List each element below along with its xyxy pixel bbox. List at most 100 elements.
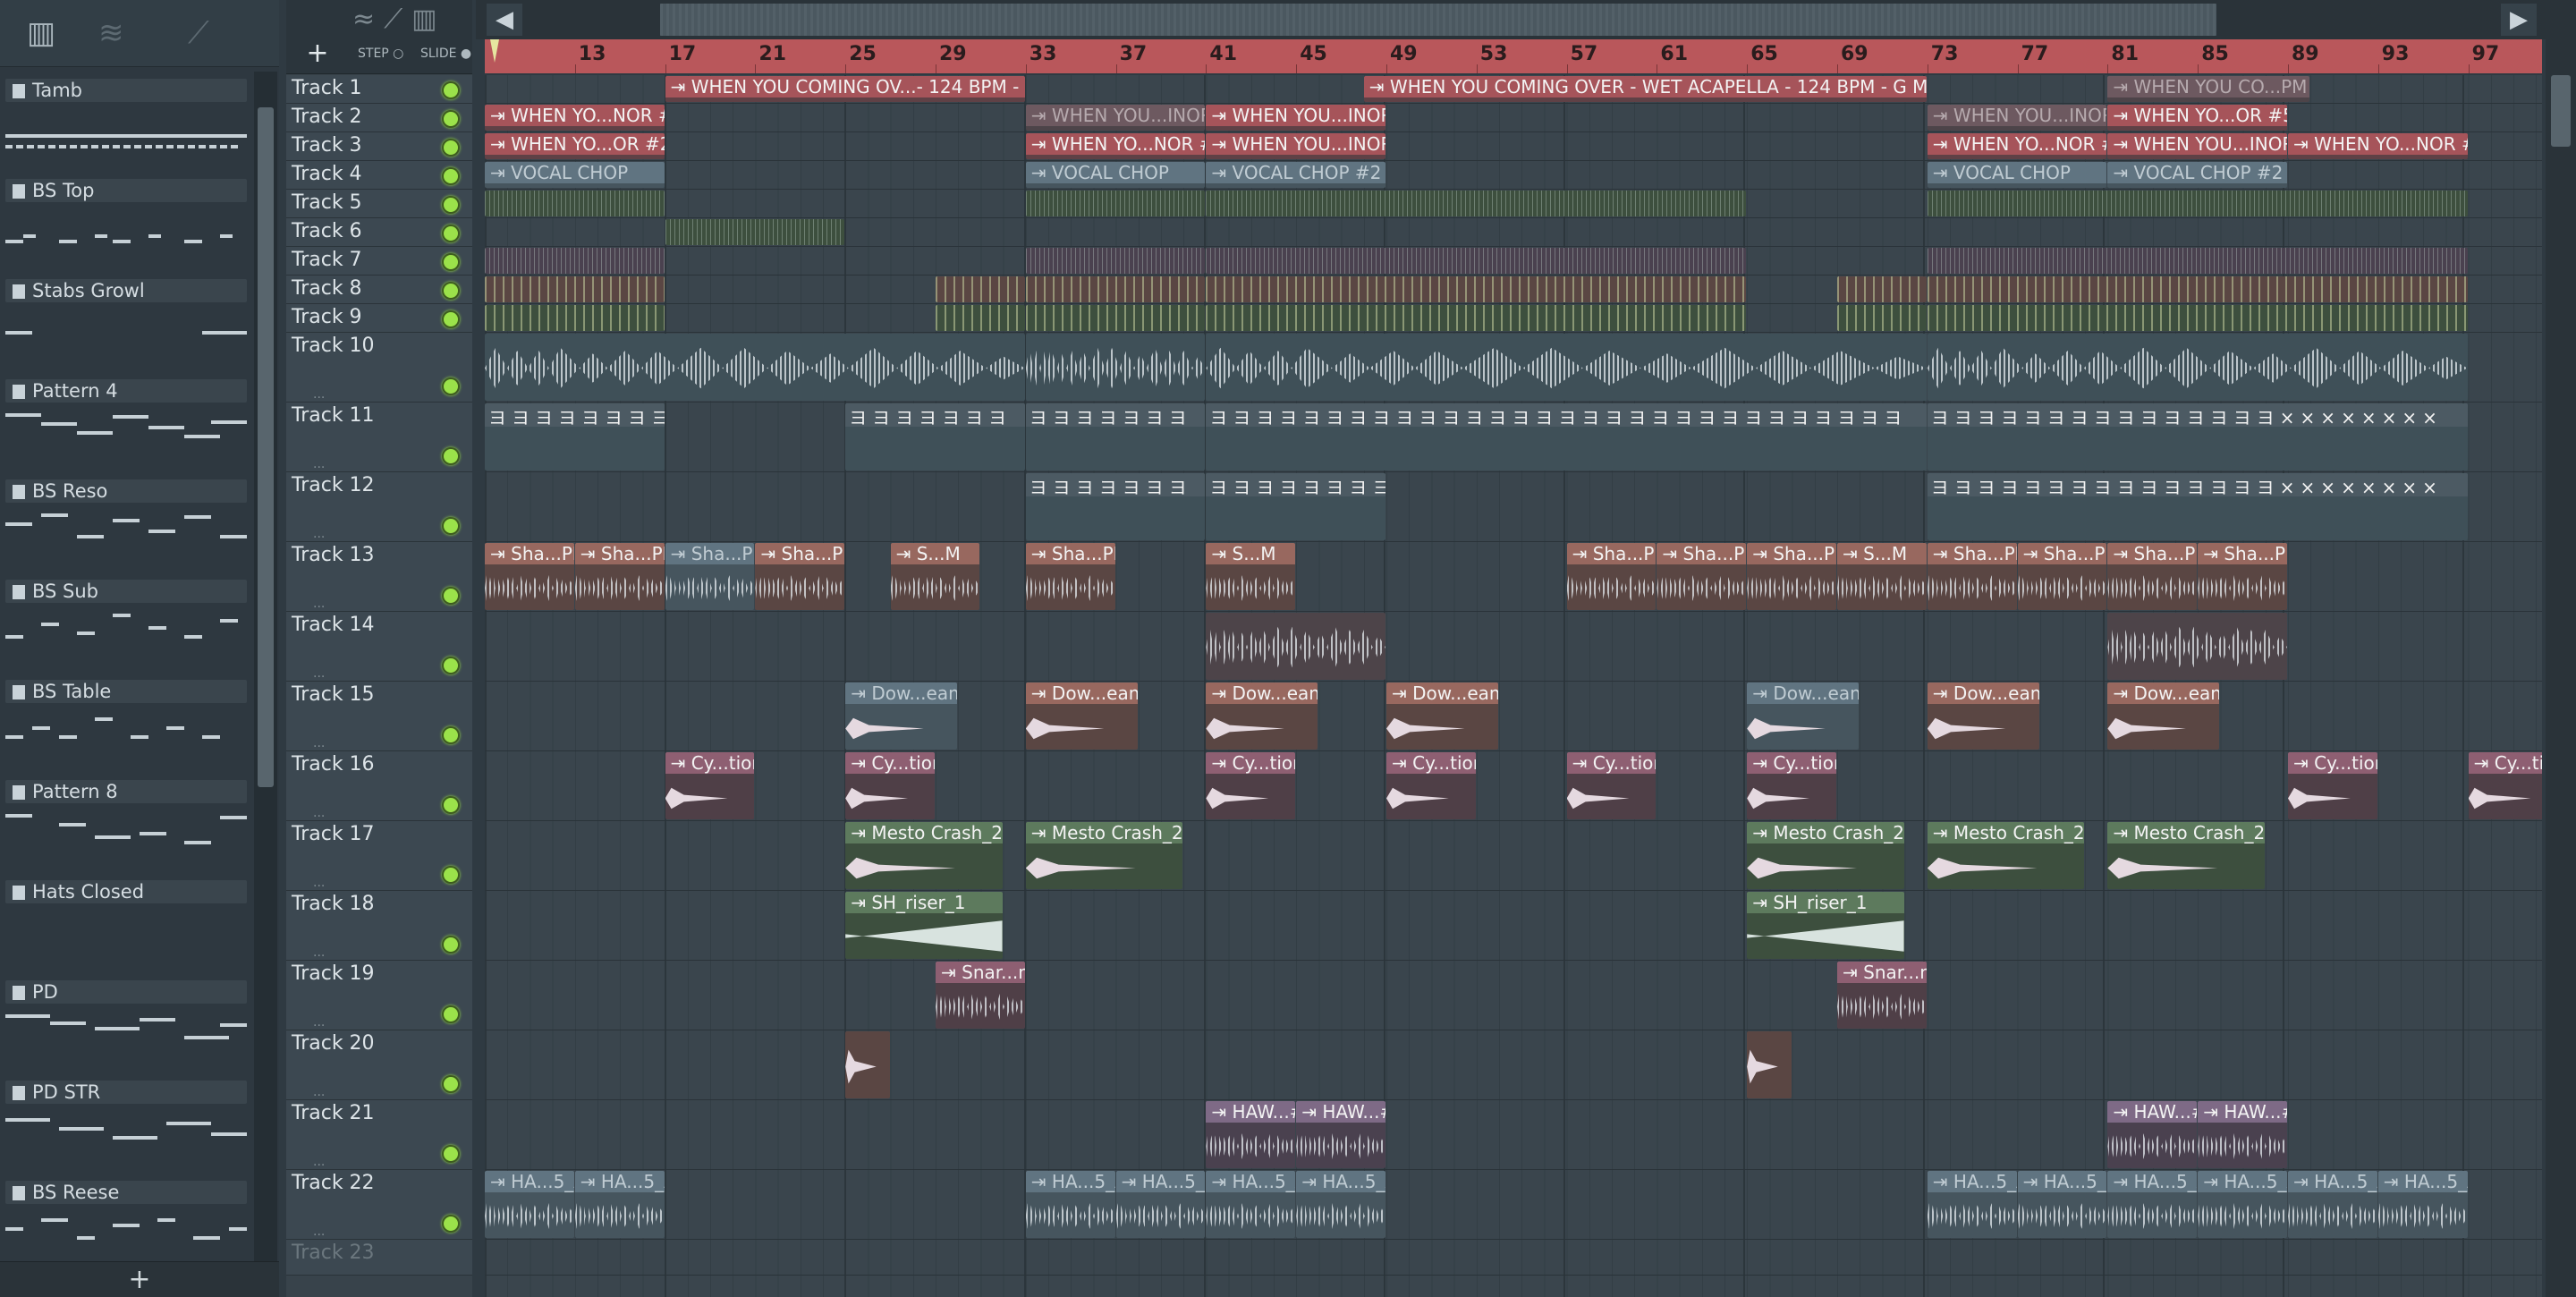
track-mute-led[interactable]	[442, 866, 460, 884]
timeline-ruler[interactable]: 13 17 21 25 29 33 37 41 45 49 53 57 61 65 69 73 77 81 85 89…	[485, 39, 2542, 73]
playlist-clip[interactable]: ⇥ Sha...PM	[2198, 543, 2287, 610]
track-header[interactable]: Track 9	[286, 304, 472, 333]
playlist-clip[interactable]	[1025, 276, 1206, 302]
waveform-tool-icon[interactable]: ≈	[352, 4, 384, 35]
track-mute-led[interactable]	[442, 282, 460, 300]
automation-icon[interactable]: ⟋	[188, 18, 209, 48]
playlist-clip[interactable]: ⇥ Sha...PM	[1927, 543, 2017, 610]
playlist-lane[interactable]	[485, 1030, 2542, 1100]
track-header[interactable]: Track 3	[286, 132, 472, 161]
playlist-clip[interactable]: ⇥ WHEN YOU COMING OV...- 124 BPM - G MIN…	[665, 76, 1025, 102]
pattern-header[interactable]: BS Reso	[5, 479, 247, 503]
track-options-dots[interactable]: ...	[313, 736, 325, 750]
playlist-clip[interactable]: ⇥ Sha...PM	[755, 543, 845, 610]
playlist-clip[interactable]: ⇥ HAW...#2	[2198, 1101, 2287, 1168]
playlist-clip[interactable]: ヨヨヨヨヨヨヨ	[1025, 473, 1206, 540]
track-name[interactable]: Track 17	[292, 823, 375, 845]
track-name[interactable]: Track 2	[292, 106, 362, 128]
track-options-dots[interactable]: ...	[313, 1015, 325, 1030]
track-options-dots[interactable]: ...	[313, 666, 325, 681]
playlist-clip[interactable]: ⇥ Dow...eam	[2107, 682, 2220, 750]
audio-clip-icon[interactable]: ≋	[98, 18, 124, 48]
track-header[interactable]: Track 14...	[286, 612, 472, 682]
pattern-header[interactable]: PD STR	[5, 1081, 247, 1104]
track-header[interactable]: Track 12...	[286, 472, 472, 542]
playlist-clip[interactable]: ⇥ WHEN YOU COMING OVER - WET ACAPELLA - …	[1363, 76, 1927, 102]
track-mute-led[interactable]	[442, 726, 460, 744]
playlist-clip[interactable]	[936, 276, 1025, 302]
track-name[interactable]: Track 4	[292, 163, 362, 185]
playlist-clip[interactable]: ⇥ WHEN YOU...INOR #4	[2107, 133, 2287, 159]
track-options-dots[interactable]: ...	[313, 527, 325, 541]
playlist-clip[interactable]: ヨヨヨヨヨヨヨ	[1025, 403, 1206, 470]
track-options-dots[interactable]: ...	[313, 806, 325, 820]
track-header[interactable]: Track 7	[286, 247, 472, 276]
track-header[interactable]: Track 21...	[286, 1100, 472, 1170]
playlist-clip[interactable]: ヨヨヨヨヨヨヨヨ	[485, 403, 665, 470]
playlist-clip[interactable]	[1927, 191, 2468, 216]
track-name[interactable]: Track 13	[292, 544, 375, 566]
playlist-clip[interactable]: ⇥ HA...5_A	[2017, 1171, 2107, 1238]
playlist-clip[interactable]: ⇥ WHEN YO...NOR #5	[485, 105, 665, 131]
track-mute-led[interactable]	[442, 1215, 460, 1233]
playlist-clip[interactable]: ⇥ VOCAL CHOP #2	[1206, 162, 1385, 188]
track-name[interactable]: Track 9	[292, 306, 362, 328]
track-mute-led[interactable]	[442, 517, 460, 535]
playlist-clip[interactable]: ⇥ Cy...tion	[1566, 752, 1657, 819]
track-header[interactable]: Track 4	[286, 161, 472, 190]
track-mute-led[interactable]	[442, 310, 460, 328]
pattern-tool-icon[interactable]: ▥	[411, 4, 445, 35]
playlist-clip[interactable]	[1206, 334, 1927, 401]
playlist-clip[interactable]: ⇥ Mesto Crash_2	[1025, 822, 1183, 889]
playlist-clip[interactable]: ⇥ Sha...PM	[1025, 543, 1115, 610]
playlist-clip[interactable]	[1025, 334, 1206, 401]
track-header[interactable]: Track 16...	[286, 751, 472, 821]
playlist-clip[interactable]	[485, 248, 665, 274]
playlist-clip[interactable]: ⇥ VOCAL CHOP	[1927, 162, 2107, 188]
playlist-clip[interactable]	[1206, 613, 1385, 680]
track-mute-led[interactable]	[442, 139, 460, 157]
pattern-item[interactable]: Pattern 4	[0, 372, 252, 472]
track-mute-led[interactable]	[442, 377, 460, 395]
playlist-clip[interactable]: ⇥ HA...5_A	[1206, 1171, 1296, 1238]
playlist-clip[interactable]	[1747, 1031, 1792, 1098]
playlist-clip[interactable]: ⇥ HA...5_A	[2107, 1171, 2198, 1238]
playlist-clip[interactable]: ⇥ Dow...eam	[1206, 682, 1318, 750]
playlist-clip[interactable]	[1837, 276, 1927, 302]
playlist-clip[interactable]: ⇥ Sha...PM	[1657, 543, 1747, 610]
track-mute-led[interactable]	[442, 225, 460, 242]
pattern-header[interactable]: PD	[5, 980, 247, 1004]
track-mute-led[interactable]	[442, 657, 460, 674]
track-mute-led[interactable]	[442, 110, 460, 128]
track-options-dots[interactable]: ...	[313, 597, 325, 611]
track-header[interactable]: Track 11...	[286, 403, 472, 472]
track-header[interactable]: Track 10...	[286, 333, 472, 403]
track-header[interactable]: Track 13...	[286, 542, 472, 612]
pattern-item[interactable]: BS Table	[0, 673, 252, 773]
track-name[interactable]: Track 16	[292, 753, 375, 776]
track-name[interactable]: Track 19	[292, 962, 375, 985]
playlist-clip[interactable]: ⇥ WHEN YOU...INOR #4	[1025, 105, 1206, 131]
playlist-clip[interactable]: ⇥ Mesto Crash_2	[1927, 822, 2085, 889]
playlist-clip[interactable]: ⇥ Cy...tion	[1747, 752, 1836, 819]
pattern-item[interactable]: BS Top	[0, 172, 252, 272]
playlist-lane[interactable]	[485, 891, 2542, 961]
track-name[interactable]: Track 22	[292, 1172, 375, 1194]
track-header[interactable]: Track 17...	[286, 821, 472, 891]
playlist-lane[interactable]	[485, 961, 2542, 1030]
playlist-clip[interactable]: ⇥ WHEN YO...NOR #2	[2288, 133, 2468, 159]
track-name[interactable]: Track 1	[292, 77, 362, 99]
track-mute-led[interactable]	[442, 447, 460, 465]
playlist-clip[interactable]: ⇥ S...M	[1206, 543, 1296, 610]
playlist-clip[interactable]	[1927, 334, 2468, 401]
step-toggle[interactable]: STEP ○	[358, 47, 403, 61]
track-header[interactable]: Track 20...	[286, 1030, 472, 1100]
playlist-clip[interactable]: ⇥ Cy...tion	[665, 752, 755, 819]
playlist-clip[interactable]: ⇥ Mesto Crash_2	[1747, 822, 1904, 889]
track-name[interactable]: Track 8	[292, 277, 362, 300]
playlist-clip[interactable]: ⇥ Cy...tion	[2288, 752, 2377, 819]
add-pattern-button[interactable]: +	[0, 1261, 279, 1297]
slide-toggle[interactable]: SLIDE ●	[420, 47, 471, 61]
pattern-header[interactable]: BS Reese	[5, 1181, 247, 1204]
scroll-right-button[interactable]: ▶	[2501, 4, 2537, 36]
